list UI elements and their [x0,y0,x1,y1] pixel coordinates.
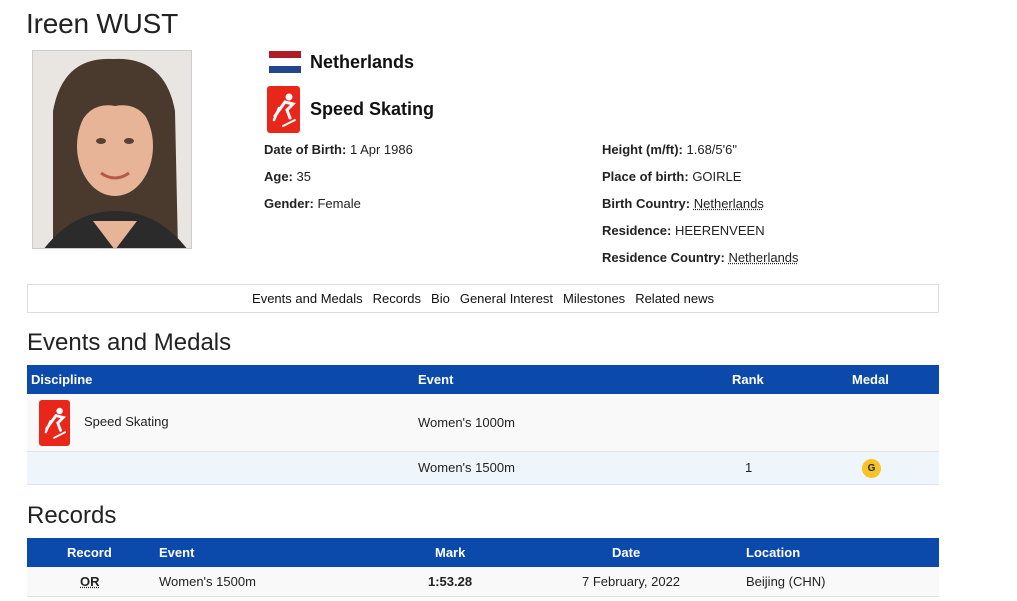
info-label: Age: [264,169,293,184]
info-age: Age: 35 [264,169,311,184]
info-label: Height (m/ft): [602,142,683,157]
col-event: Event [159,545,195,560]
info-date-of-birth: Date of Birth: 1 Apr 1986 [264,142,413,157]
birth-country-link[interactable]: Netherlands [694,196,764,211]
info-residence: Residence: HEERENVEEN [602,223,765,238]
col-rank: Rank [732,372,764,387]
record-date: 7 February, 2022 [582,574,681,589]
col-record: Record [67,545,112,560]
info-label: Place of birth: [602,169,689,184]
sport-row: Speed Skating [267,86,434,133]
portrait-image [33,51,191,248]
nav-events-and-medals[interactable]: Events and Medals [252,291,363,306]
records-table-header: Record Event Mark Date Location [27,538,939,567]
row-rank: 1 [745,460,753,475]
table-row: Women's 1500m 1 G [27,452,939,485]
info-label: Residence Country: [602,250,725,265]
row-event: Women's 1000m [418,415,515,430]
gold-medal-icon: G [862,459,881,478]
col-mark: Mark [435,545,466,560]
info-place-of-birth: Place of birth: GOIRLE [602,169,741,184]
record-mark: 1:53.28 [428,574,473,589]
section-nav: Events and Medals Records Bio General In… [27,284,939,313]
athlete-name: Ireen WUST [26,8,179,39]
row-discipline: Speed Skating [84,414,169,429]
events-table-header: Discipline Event Rank Medal [27,365,939,394]
info-label: Residence: [602,223,672,238]
residence-country-link[interactable]: Netherlands [728,250,798,265]
netherlands-flag-icon [269,51,301,73]
table-row: Speed Skating Women's 1000m [27,394,939,452]
info-value: 35 [296,169,311,184]
info-label: Birth Country: [602,196,691,211]
col-location: Location [746,545,801,560]
nav-general-interest[interactable]: General Interest [460,291,553,306]
row-event: Women's 1500m [418,460,515,475]
info-value: 1 Apr 1986 [349,142,413,157]
info-label: Gender: [264,196,314,211]
col-date: Date [612,545,641,560]
col-discipline: Discipline [31,372,93,387]
nav-milestones[interactable]: Milestones [563,291,625,306]
records-section-title: Records [27,502,117,529]
country-row: Netherlands [269,51,414,73]
info-residence-country: Residence Country: Netherlands [602,250,799,265]
sport-name: Speed Skating [310,99,435,119]
info-label: Date of Birth: [264,142,347,157]
athlete-photo [32,50,192,249]
info-value: 1.68/5'6" [686,142,737,157]
info-value: HEERENVEEN [675,223,765,238]
speed-skating-icon [267,86,300,133]
info-height: Height (m/ft): 1.68/5'6" [602,142,737,157]
info-value: GOIRLE [692,169,742,184]
events-section-title: Events and Medals [27,329,232,356]
record-type[interactable]: OR [80,574,100,589]
col-event: Event [418,372,454,387]
record-event: Women's 1500m [159,574,256,589]
info-birth-country: Birth Country: Netherlands [602,196,764,211]
col-medal: Medal [852,372,889,387]
info-value: Female [317,196,361,211]
country-name: Netherlands [310,51,415,72]
table-row: OR Women's 1500m 1:53.28 7 February, 202… [27,567,939,597]
record-location: Beijing (CHN) [746,574,826,589]
nav-bio[interactable]: Bio [431,291,450,306]
nav-related-news[interactable]: Related news [635,291,714,306]
nav-records[interactable]: Records [373,291,421,306]
info-gender: Gender: Female [264,196,361,211]
speed-skating-icon [39,400,70,446]
